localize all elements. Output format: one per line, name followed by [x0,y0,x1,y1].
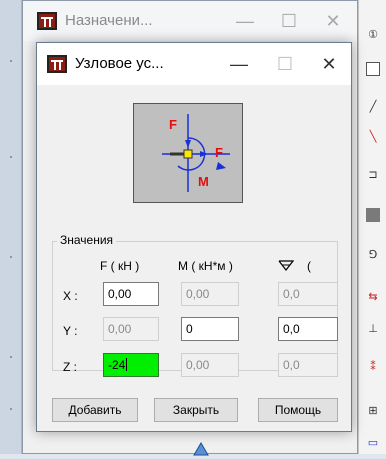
beam-icon[interactable]: ⊐ [366,168,380,182]
app-icon [47,55,67,73]
grid-icon[interactable]: ⊞ [366,404,380,418]
strip-marker [10,408,12,410]
dialog-title: Узловое ус... [75,55,164,72]
strip-marker [10,256,12,258]
column-icon[interactable]: ⊥ [366,322,380,336]
rotation-x-field: 0,0 [278,282,338,306]
app-icon [37,12,57,30]
close-button[interactable]: ✕ [307,44,351,84]
force-z-field[interactable]: -24 [103,353,159,377]
strip-marker [10,356,12,358]
moment-z-field: 0,00 [181,353,239,377]
force-x-field[interactable]: 0,00 [103,282,159,306]
column-header-rotation: ( [307,259,311,273]
help-button[interactable]: Помощь [258,398,338,422]
force-y-field: 0,00 [103,317,159,341]
minimize-button[interactable]: — [223,1,267,41]
row-label-z: Z : [63,360,77,374]
node-load-dialog: Узловое ус... — ☐ ✕ F F M Значения F ( к… [36,42,352,432]
node-icon[interactable]: ⁑ [366,360,380,374]
force-label: F [215,145,223,160]
strip-marker [10,156,12,158]
maximize-button[interactable]: ☐ [263,44,307,84]
frame-icon[interactable]: ▭ [366,436,380,450]
moment-label: M [198,174,209,189]
maximize-button[interactable]: ☐ [267,1,311,41]
row-label-y: Y : [63,324,78,338]
panel-icon[interactable] [366,62,380,76]
support-icon[interactable]: ⅁ [366,248,380,262]
support-icon [278,259,295,271]
dialog-titlebar: Узловое ус... — ☐ ✕ [37,43,351,85]
add-button[interactable]: Добавить [52,398,138,422]
rotation-y-field[interactable]: 0,0 [278,317,338,341]
force-label: F [169,117,177,132]
values-group-title: Значения [57,233,117,247]
block-icon[interactable] [366,208,380,222]
minimize-button[interactable]: — [217,44,261,84]
close-dialog-button[interactable]: Закрыть [154,398,238,422]
back-window-titlebar: Назначени... — ☐ ✕ [23,1,357,41]
load-diagram [133,103,243,203]
moment-x-field: 0,00 [181,282,239,306]
close-button[interactable]: ✕ [311,1,355,41]
arrows-icon[interactable]: ⇆ [366,290,380,304]
moment-y-field[interactable]: 0 [181,317,239,341]
info-icon[interactable]: ① [366,28,380,42]
left-toolbar-strip [0,0,22,454]
angle-icon[interactable]: ╲ [366,130,380,144]
column-header-force: F ( кН ) [100,259,140,273]
rotation-z-field: 0,0 [278,353,338,377]
strip-marker [10,60,12,62]
back-window-title: Назначени... [65,12,153,29]
row-label-x: X : [63,289,78,303]
line-icon[interactable]: ╱ [366,100,380,114]
column-header-moment: M ( кН*м ) [178,259,233,273]
